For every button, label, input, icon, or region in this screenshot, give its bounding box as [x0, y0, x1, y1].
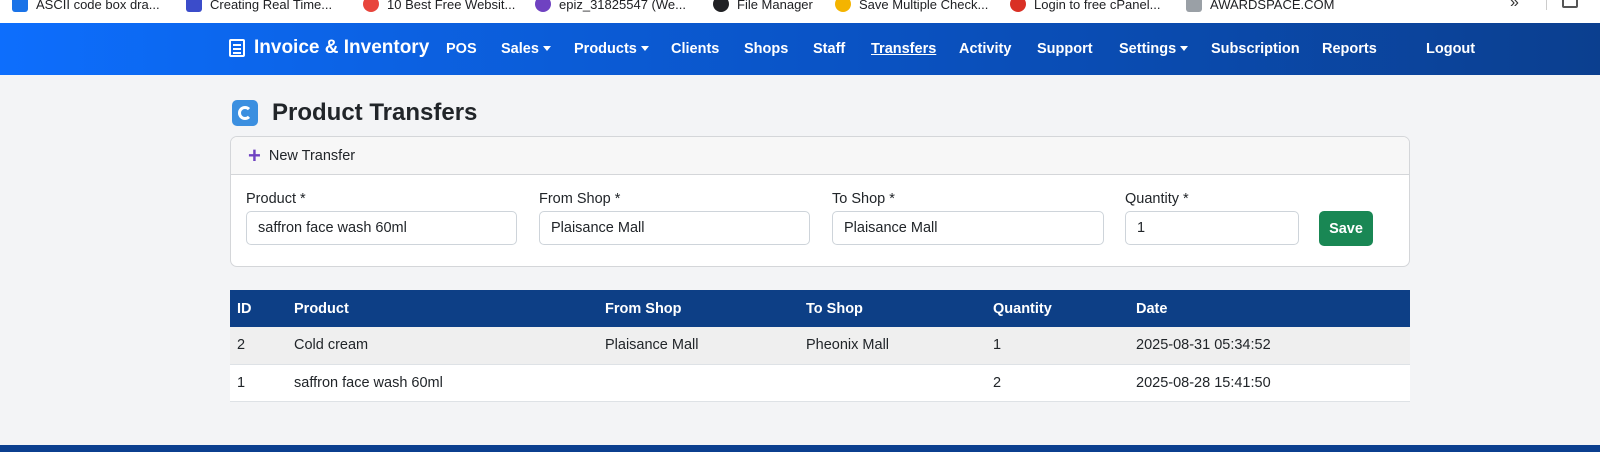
- col-quantity: Quantity: [986, 290, 1129, 327]
- quantity-label: Quantity *: [1125, 191, 1189, 207]
- bookmark-favicon: [186, 0, 202, 12]
- brand-name: Invoice & Inventory: [254, 37, 430, 58]
- bookmark-cpanel[interactable]: Login to free cPanel...: [1010, 0, 1160, 14]
- bookmark-favicon: [1010, 0, 1026, 12]
- nav-support[interactable]: Support: [1037, 41, 1093, 57]
- col-product: Product: [287, 290, 598, 327]
- cell-from-shop: Plaisance Mall: [598, 327, 799, 365]
- nav-sales-label: Sales: [501, 41, 539, 57]
- nav-subscription[interactable]: Subscription: [1211, 41, 1300, 57]
- page-title: Product Transfers: [272, 99, 478, 126]
- save-button[interactable]: Save: [1319, 211, 1373, 246]
- col-id: ID: [230, 290, 287, 327]
- bookmark-save-multiple[interactable]: Save Multiple Check...: [835, 0, 988, 14]
- cell-quantity: 1: [986, 327, 1129, 365]
- cell-date: 2025-08-28 15:41:50: [1129, 364, 1410, 402]
- cell-id: 2: [230, 327, 287, 365]
- window-icon[interactable]: [1562, 0, 1578, 8]
- bookmark-favicon: [363, 0, 379, 12]
- brand-link[interactable]: Invoice & Inventory: [229, 37, 429, 59]
- col-from-shop: From Shop: [598, 290, 799, 327]
- col-to-shop: To Shop: [799, 290, 986, 327]
- nav-transfers[interactable]: Transfers: [871, 41, 936, 57]
- refresh-icon: [232, 100, 258, 126]
- quantity-field[interactable]: [1125, 211, 1299, 245]
- top-navbar: Invoice & Inventory POS Sales Products C…: [0, 23, 1600, 75]
- nav-shops[interactable]: Shops: [744, 41, 788, 57]
- bookmark-awardspace[interactable]: AWARDSPACE.COM: [1186, 0, 1334, 14]
- bookmark-favicon: [835, 0, 851, 12]
- nav-clients[interactable]: Clients: [671, 41, 719, 57]
- to-shop-label: To Shop *: [832, 191, 895, 207]
- plus-icon: +: [248, 142, 261, 168]
- new-transfer-card: + New Transfer Product * From Shop * To …: [230, 136, 1410, 267]
- from-shop-label: From Shop *: [539, 191, 621, 207]
- bookmark-favicon: [535, 0, 551, 12]
- bookmarks-divider: [1546, 0, 1547, 10]
- from-shop-field[interactable]: [539, 211, 810, 245]
- cell-product: Cold cream: [287, 327, 598, 365]
- transfers-table: ID Product From Shop To Shop Quantity Da…: [230, 290, 1410, 402]
- nav-settings-label: Settings: [1119, 41, 1177, 57]
- nav-activity[interactable]: Activity: [959, 41, 1011, 57]
- page-footer: [0, 445, 1600, 452]
- card-header-title: New Transfer: [268, 147, 356, 164]
- bookmark-realtime[interactable]: Creating Real Time...: [186, 0, 332, 14]
- nav-logout[interactable]: Logout: [1426, 41, 1475, 57]
- page-heading: Product Transfers: [232, 99, 477, 127]
- bookmarks-overflow-icon[interactable]: »: [1510, 0, 1519, 12]
- cell-to-shop: Pheonix Mall: [799, 327, 986, 365]
- chevron-down-icon: [542, 46, 551, 51]
- table-header-row: ID Product From Shop To Shop Quantity Da…: [230, 290, 1410, 327]
- chevron-down-icon: [640, 46, 649, 51]
- bookmark-best-free[interactable]: 10 Best Free Websit...: [363, 0, 515, 14]
- nav-sales[interactable]: Sales: [501, 41, 551, 57]
- nav-products-label: Products: [574, 41, 637, 57]
- product-label: Product *: [246, 191, 306, 207]
- cell-quantity: 2: [986, 364, 1129, 402]
- bookmarks-bar: ASCII code box dra... Creating Real Time…: [0, 0, 1600, 23]
- cell-product: saffron face wash 60ml: [287, 364, 598, 402]
- nav-pos[interactable]: POS: [446, 41, 477, 57]
- nav-products[interactable]: Products: [574, 41, 649, 57]
- bookmark-favicon: [1186, 0, 1202, 12]
- col-date: Date: [1129, 290, 1410, 327]
- chevron-down-icon: [1180, 46, 1189, 51]
- nav-reports[interactable]: Reports: [1322, 41, 1377, 57]
- bookmark-file-manager[interactable]: File Manager: [713, 0, 813, 14]
- cell-to-shop: [799, 364, 986, 402]
- receipt-icon: [229, 39, 245, 57]
- table-row: 2 Cold cream Plaisance Mall Pheonix Mall…: [230, 327, 1410, 365]
- table-row: 1 saffron face wash 60ml 2 2025-08-28 15…: [230, 364, 1410, 402]
- card-header: + New Transfer: [231, 137, 1409, 175]
- nav-settings[interactable]: Settings: [1119, 41, 1189, 57]
- nav-staff[interactable]: Staff: [813, 41, 845, 57]
- bookmark-favicon: [713, 0, 729, 12]
- bookmark-ascii[interactable]: ASCII code box dra...: [12, 0, 160, 14]
- bookmark-epiz[interactable]: epiz_31825547 (We...: [535, 0, 686, 14]
- cell-date: 2025-08-31 05:34:52: [1129, 327, 1410, 365]
- bookmark-favicon: [12, 0, 28, 12]
- product-field[interactable]: [246, 211, 517, 245]
- cell-from-shop: [598, 364, 799, 402]
- cell-id: 1: [230, 364, 287, 402]
- to-shop-field[interactable]: [832, 211, 1104, 245]
